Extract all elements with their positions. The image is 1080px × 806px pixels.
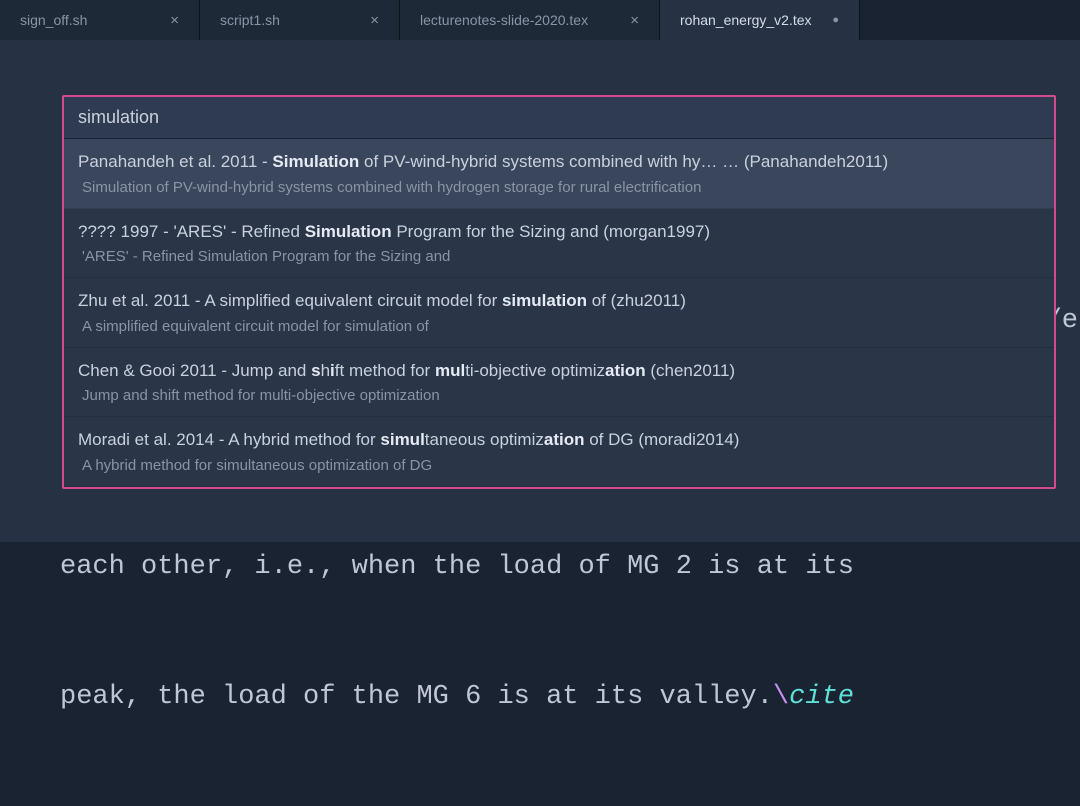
result-subtitle: 'ARES' - Refined Simulation Program for … bbox=[78, 248, 1040, 265]
latex-backslash: \ bbox=[773, 682, 789, 712]
close-icon[interactable]: × bbox=[370, 12, 379, 29]
tab-sign-off[interactable]: sign_off.sh × bbox=[0, 0, 200, 40]
editor-area[interactable]: each other, i.e., when the load of MG 2 … bbox=[0, 40, 1080, 542]
result-item[interactable]: Moradi et al. 2014 - A hybrid method for… bbox=[64, 417, 1054, 487]
tab-rohan-energy[interactable]: rohan_energy_v2.tex ● bbox=[660, 0, 860, 40]
cite-command: cite bbox=[789, 682, 854, 712]
result-title: ???? 1997 - 'ARES' - Refined Simulation … bbox=[78, 219, 1040, 245]
code-line: each other, i.e., when the load of MG 2 … bbox=[60, 546, 1020, 589]
tab-lecturenotes[interactable]: lecturenotes-slide-2020.tex × bbox=[400, 0, 660, 40]
tab-label: lecturenotes-slide-2020.tex bbox=[420, 12, 588, 28]
result-subtitle: Jump and shift method for multi-objectiv… bbox=[78, 387, 1040, 404]
result-title: Chen & Gooi 2011 - Jump and shift method… bbox=[78, 358, 1040, 384]
results-list: Panahandeh et al. 2011 - Simulation of P… bbox=[64, 139, 1054, 487]
result-subtitle: Simulation of PV-wind-hybrid systems com… bbox=[78, 179, 1040, 196]
code-line: peak, the load of the MG 6 is at its val… bbox=[60, 676, 1020, 719]
tab-label: rohan_energy_v2.tex bbox=[680, 12, 812, 28]
tab-label: sign_off.sh bbox=[20, 12, 87, 28]
tab-bar: sign_off.sh × script1.sh × lecturenotes-… bbox=[0, 0, 1080, 40]
result-subtitle: A simplified equivalent circuit model fo… bbox=[78, 318, 1040, 335]
citation-picker-popup: simulation Panahandeh et al. 2011 - Simu… bbox=[62, 95, 1056, 489]
close-icon[interactable]: × bbox=[170, 12, 179, 29]
close-icon[interactable]: × bbox=[630, 12, 639, 29]
result-title: Zhu et al. 2011 - A simplified equivalen… bbox=[78, 288, 1040, 314]
result-subtitle: A hybrid method for simultaneous optimiz… bbox=[78, 457, 1040, 474]
code-text: peak, the load of the MG 6 is at its val… bbox=[60, 682, 773, 712]
result-item[interactable]: Zhu et al. 2011 - A simplified equivalen… bbox=[64, 278, 1054, 348]
result-title: Moradi et al. 2014 - A hybrid method for… bbox=[78, 427, 1040, 453]
result-title: Panahandeh et al. 2011 - Simulation of P… bbox=[78, 149, 1040, 175]
search-input[interactable]: simulation bbox=[64, 97, 1054, 139]
result-item[interactable]: ???? 1997 - 'ARES' - Refined Simulation … bbox=[64, 209, 1054, 279]
dirty-indicator-icon: ● bbox=[832, 14, 839, 26]
tab-script1[interactable]: script1.sh × bbox=[200, 0, 400, 40]
result-item[interactable]: Panahandeh et al. 2011 - Simulation of P… bbox=[64, 139, 1054, 209]
result-item[interactable]: Chen & Gooi 2011 - Jump and shift method… bbox=[64, 348, 1054, 418]
tab-label: script1.sh bbox=[220, 12, 280, 28]
